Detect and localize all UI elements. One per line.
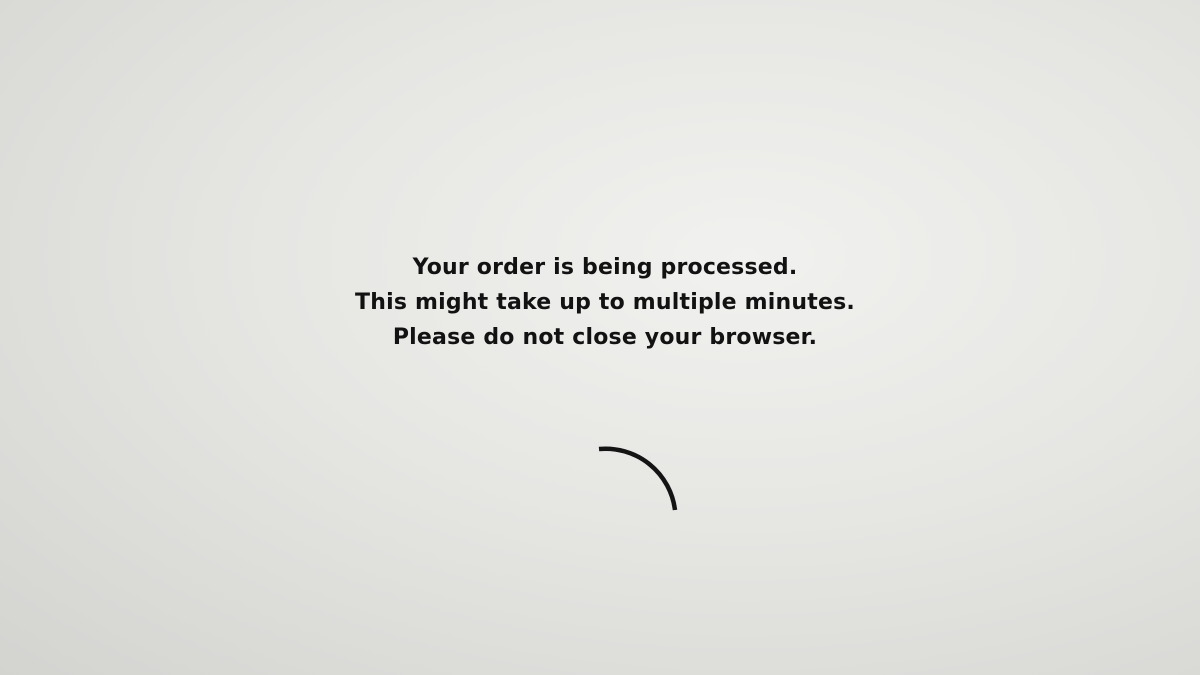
message-line-order-status: Your order is being processed.: [412, 255, 798, 280]
processing-message: Your order is being processed. This migh…: [0, 250, 1200, 355]
message-line-browser-warning: Please do not close your browser.: [392, 325, 818, 350]
message-line-duration-note: This might take up to multiple minutes.: [355, 290, 855, 315]
order-processing-screen: Your order is being processed. This migh…: [0, 0, 1200, 675]
loading-spinner-icon: [598, 446, 678, 511]
